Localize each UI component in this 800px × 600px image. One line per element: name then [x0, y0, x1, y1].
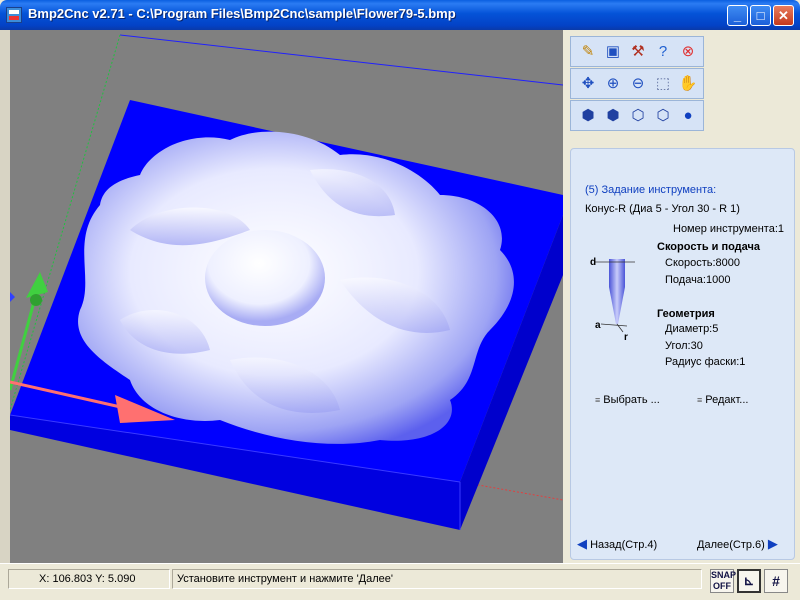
- status-message: Установите инструмент и нажмите 'Далее': [172, 569, 702, 589]
- step-heading: (5) Задание инструмента:: [585, 184, 717, 196]
- snap-toggle-button[interactable]: SNAP OFF: [710, 569, 736, 593]
- chamfer-radius: Радиус фаски:1: [665, 356, 746, 368]
- speed-heading: Скорость и подача: [657, 241, 761, 253]
- arrow-left-icon: ◀: [577, 536, 587, 551]
- center-icon[interactable]: ✥: [578, 74, 598, 94]
- exit-icon[interactable]: ⊗: [678, 42, 698, 62]
- tool-setup-card: (5) Задание инструмента: Конус-R (Диа 5 …: [570, 148, 795, 560]
- toolbar-file: ✎ ▣ ⚒ ? ⊗: [570, 36, 704, 67]
- feed-rate: Подача:1000: [665, 274, 731, 286]
- title-bar[interactable]: Bmp2Cnc v2.71 - C:\Program Files\Bmp2Cnc…: [0, 0, 800, 30]
- diagram-label-r: r: [624, 332, 628, 343]
- back-button[interactable]: ◀ Назад(Стр.4): [577, 536, 657, 552]
- zoom-in-icon[interactable]: ⊕: [603, 74, 623, 94]
- view-top-icon[interactable]: ⬡: [653, 106, 673, 126]
- spindle-speed: Скорость:8000: [665, 257, 741, 269]
- pan-hand-icon[interactable]: ✋: [678, 74, 698, 94]
- sphere-icon[interactable]: ●: [678, 106, 698, 126]
- grid-toggle-button[interactable]: #: [764, 569, 788, 593]
- coordinates-readout: X: 106.803 Y: 5.090: [8, 569, 170, 589]
- right-panel: ✎ ▣ ⚒ ? ⊗ ✥ ⊕ ⊖ ⬚ ✋ ⬢ ⬢ ⬡ ⬡ ● (5) Задани…: [568, 30, 797, 563]
- window-title: Bmp2Cnc v2.71 - C:\Program Files\Bmp2Cnc…: [28, 6, 456, 21]
- minimize-button[interactable]: _: [727, 5, 748, 26]
- tool-number: Номер инструмента:1: [673, 223, 785, 235]
- list-icon: ≡: [595, 395, 601, 405]
- tool-angle: Угол:30: [665, 340, 703, 352]
- next-button[interactable]: Далее(Стр.6) ▶: [697, 536, 778, 552]
- next-label: Далее(Стр.6): [697, 539, 765, 551]
- maximize-button[interactable]: □: [750, 5, 771, 26]
- hammer-icon[interactable]: ⚒: [628, 42, 648, 62]
- tool-name: Конус-R (Диа 5 - Угол 30 - R 1): [585, 203, 740, 215]
- left-border: [0, 30, 10, 565]
- arrow-right-icon: ▶: [767, 536, 778, 551]
- status-bar: X: 106.803 Y: 5.090 Установите инструмен…: [0, 563, 800, 600]
- 3d-scene: [10, 34, 563, 530]
- cone-tool-diagram: d a r: [590, 257, 635, 343]
- app-icon[interactable]: [6, 7, 22, 23]
- axes-toggle-button[interactable]: ⊾: [737, 569, 761, 593]
- toolbar-view: ✥ ⊕ ⊖ ⬚ ✋: [570, 68, 704, 99]
- help-icon[interactable]: ?: [653, 42, 673, 62]
- axes-icon: ⊾: [743, 573, 755, 588]
- zoom-window-icon[interactable]: ⬚: [653, 74, 673, 94]
- view-front-icon[interactable]: ⬢: [603, 106, 623, 126]
- save-icon[interactable]: ▣: [603, 42, 623, 62]
- diagram-label-a: a: [595, 320, 601, 331]
- close-button[interactable]: ✕: [773, 5, 794, 26]
- edit-list-icon: ≡: [697, 395, 703, 405]
- select-tool-button[interactable]: ≡ Выбрать ...: [595, 394, 660, 406]
- diagram-label-d: d: [590, 257, 596, 268]
- grid-icon: #: [772, 573, 780, 589]
- back-label: Назад(Стр.4): [590, 539, 658, 551]
- geometry-heading: Геометрия: [657, 308, 715, 320]
- flower-center: [205, 230, 325, 326]
- edit-tool-button[interactable]: ≡ Редакт...: [697, 394, 748, 406]
- 3d-viewport[interactable]: [10, 30, 563, 563]
- toolbar-orientation: ⬢ ⬢ ⬡ ⬡ ●: [570, 100, 704, 131]
- edit-tool-label: Редакт...: [705, 394, 749, 406]
- zoom-out-icon[interactable]: ⊖: [628, 74, 648, 94]
- open-icon[interactable]: ✎: [578, 42, 598, 62]
- select-tool-label: Выбрать ...: [603, 394, 660, 406]
- view-side-icon[interactable]: ⬡: [628, 106, 648, 126]
- tool-diameter: Диаметр:5: [665, 323, 719, 335]
- view-iso-icon[interactable]: ⬢: [578, 106, 598, 126]
